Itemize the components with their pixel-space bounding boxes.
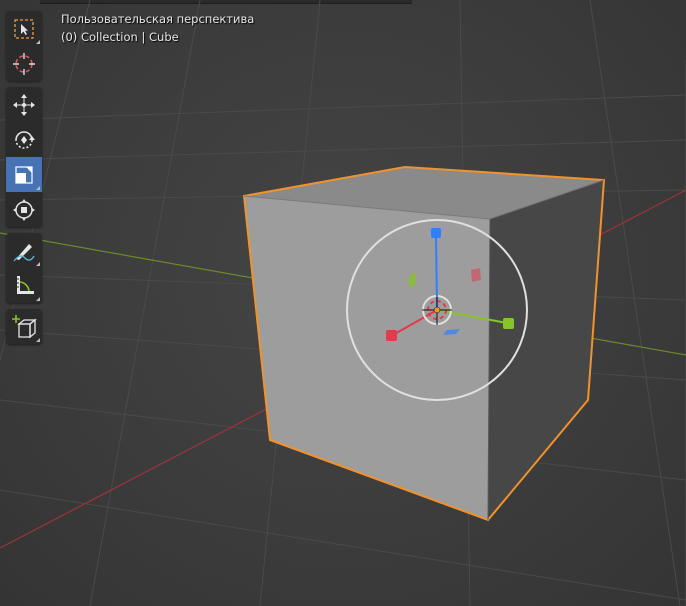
add-cube-button[interactable] <box>6 309 42 344</box>
annotate-icon <box>13 243 35 261</box>
tool-group-annotate <box>6 233 42 303</box>
tool-shelf <box>6 11 42 348</box>
3d-viewport[interactable]: Пользовательская перспектива (0) Collect… <box>0 0 686 606</box>
tool-group-add <box>6 309 42 344</box>
scene-canvas[interactable] <box>0 0 686 606</box>
gizmo-xz-plane-handle[interactable] <box>471 268 481 282</box>
measure-button[interactable] <box>6 268 42 303</box>
object-origin <box>433 306 441 314</box>
add-cube-icon <box>12 314 37 338</box>
cursor-button[interactable] <box>6 46 42 81</box>
select-box-button[interactable] <box>6 11 42 46</box>
tool-group-select <box>6 11 42 81</box>
gizmo-y-handle[interactable] <box>503 318 514 329</box>
move-icon <box>13 93 35 116</box>
cursor-icon <box>13 52 35 75</box>
rotate-icon <box>15 130 35 149</box>
transform-icon <box>13 198 35 221</box>
gizmo-z-handle[interactable] <box>431 228 441 238</box>
scale-button[interactable] <box>6 157 42 192</box>
measure-icon <box>17 275 34 294</box>
tool-group-transform <box>6 87 42 227</box>
annotate-button[interactable] <box>6 233 42 268</box>
collection-info-label: (0) Collection | Cube <box>61 30 179 44</box>
scale-icon <box>15 165 33 184</box>
view-name-label: Пользовательская перспектива <box>61 12 255 26</box>
gizmo-x-handle[interactable] <box>386 330 397 341</box>
move-button[interactable] <box>6 87 42 122</box>
transform-button[interactable] <box>6 192 42 227</box>
select-box-icon <box>14 18 34 39</box>
rotate-button[interactable] <box>6 122 42 157</box>
cube-right-face <box>488 180 604 520</box>
cube-front-face <box>244 196 490 520</box>
